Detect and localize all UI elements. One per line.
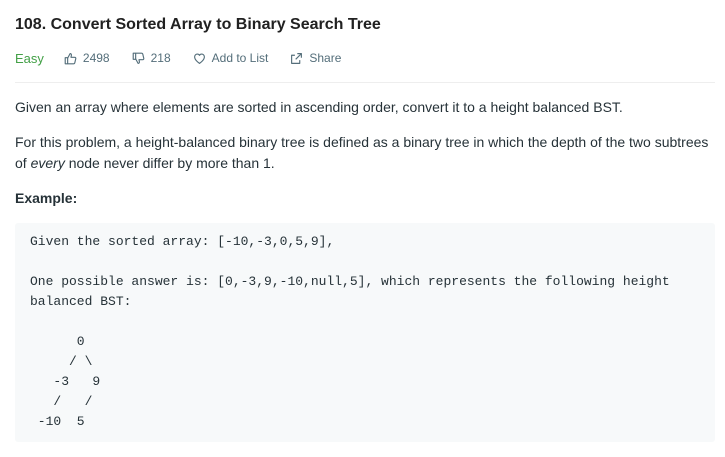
emphasis-every: every	[30, 155, 65, 171]
heart-icon	[193, 52, 205, 64]
example-code-block: Given the sorted array: [-10,-3,0,5,9], …	[15, 223, 715, 442]
difficulty-badge: Easy	[15, 50, 44, 66]
example-heading: Example:	[15, 190, 78, 206]
add-to-list-button[interactable]: Add to List	[193, 51, 269, 65]
problem-meta-bar: Easy 2498 218 Add to List Share	[15, 48, 363, 68]
thumbs-up-icon	[64, 52, 77, 64]
problem-title: 108. Convert Sorted Array to Binary Sear…	[15, 16, 381, 33]
definition-text-end: node never differ by more than 1.	[64, 155, 275, 171]
height-balanced-definition: For this problem, a height-balanced bina…	[15, 132, 715, 174]
share-button[interactable]: Share	[290, 51, 341, 65]
thumbs-down-icon	[132, 52, 144, 64]
likes-count: 2498	[82, 51, 110, 65]
description-paragraph: Given an array where elements are sorted…	[15, 99, 623, 115]
add-to-list-label: Add to List	[211, 51, 269, 65]
share-label: Share	[309, 51, 342, 65]
share-icon	[291, 52, 303, 64]
header-divider	[15, 82, 715, 83]
dislike-button[interactable]: 218	[132, 51, 171, 65]
like-button[interactable]: 2498	[64, 51, 110, 65]
dislikes-count: 218	[150, 51, 171, 65]
